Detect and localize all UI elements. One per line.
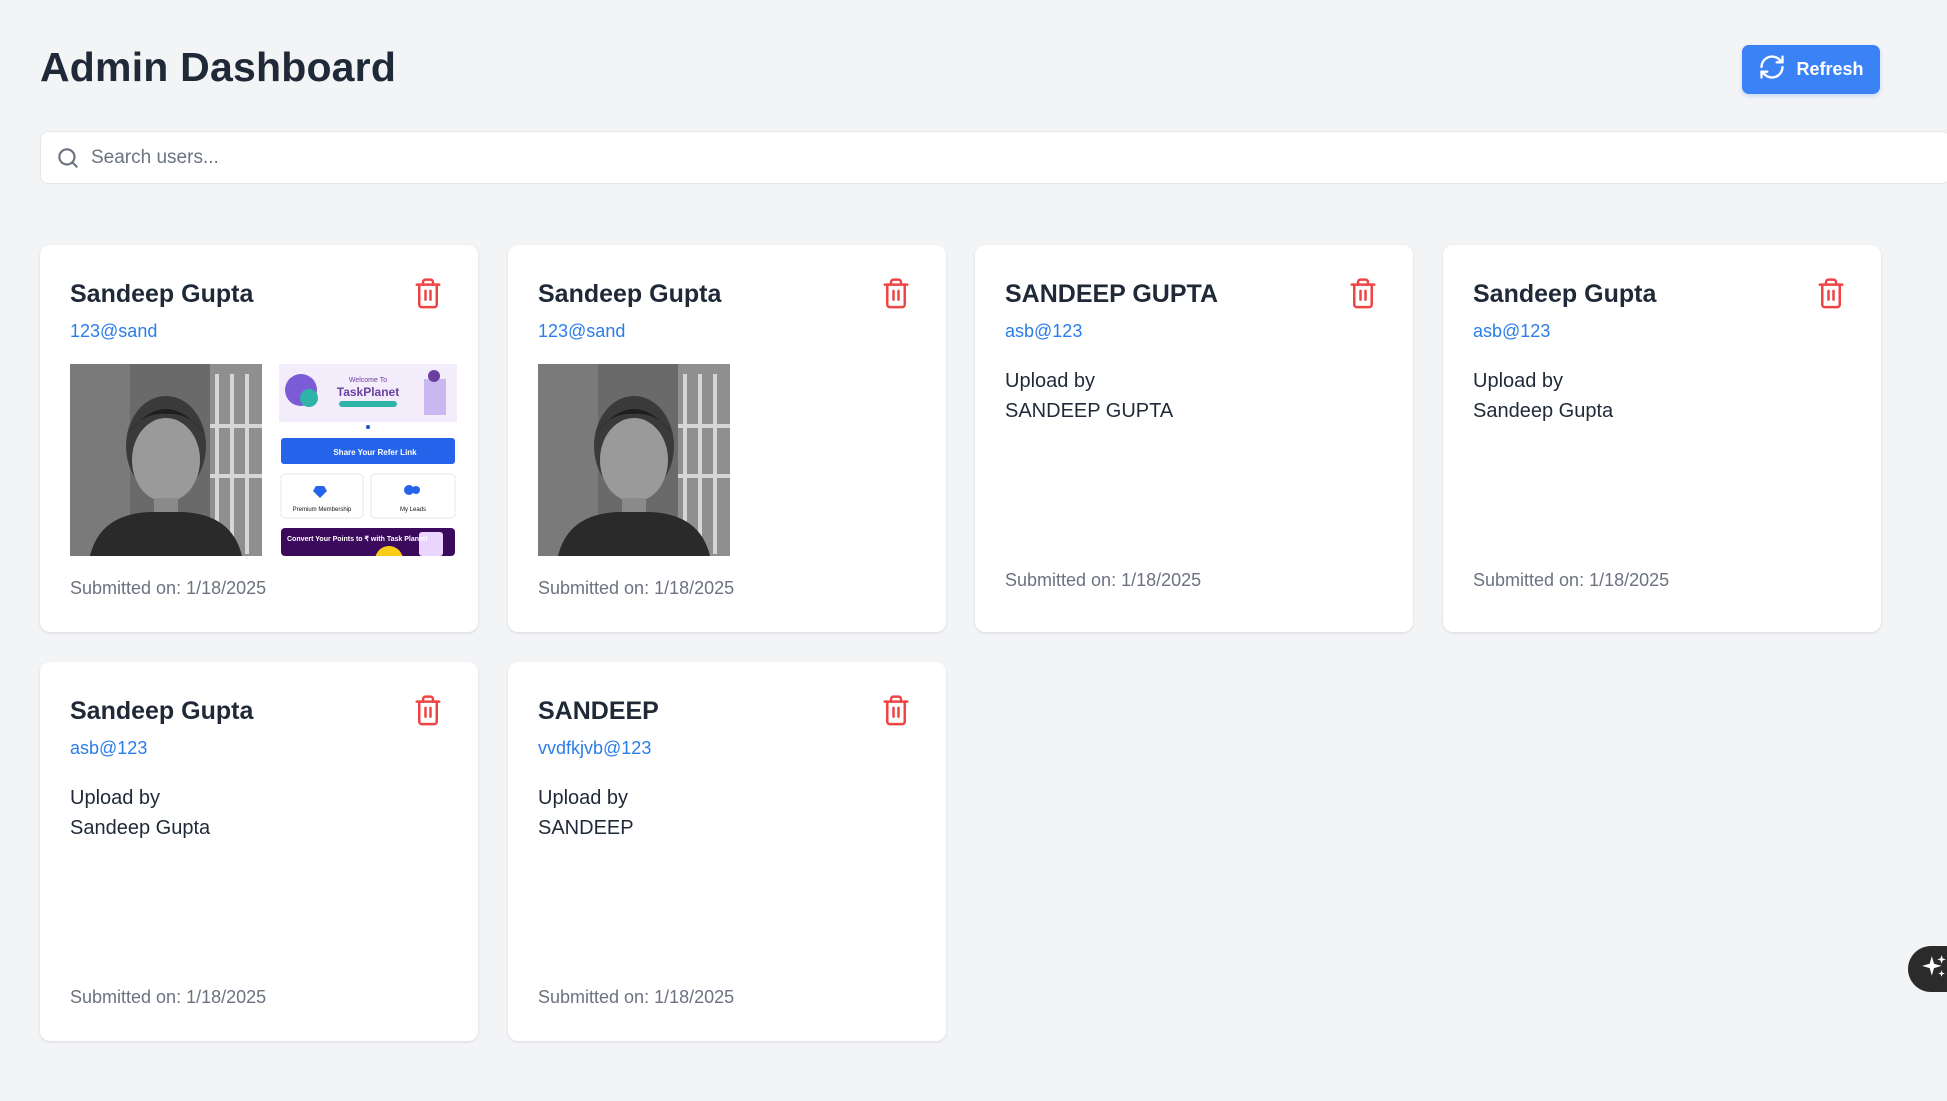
broken-image-alt-line1: Upload by [70, 787, 161, 809]
upload-images [538, 364, 730, 556]
search-icon [55, 145, 81, 171]
screenshot-brand-text: TaskPlanet [337, 385, 399, 399]
user-card: Sandeep Gupta asb@123 Upload by Sandeep … [40, 662, 478, 1041]
broken-image-alt-line2: SANDEEP GUPTA [1005, 400, 1174, 422]
user-email[interactable]: 123@sand [538, 321, 625, 342]
uploaded-screenshot[interactable]: Welcome To TaskPlanet Share Your Refer L… [279, 364, 457, 556]
user-name: SANDEEP [538, 697, 659, 725]
user-card: SANDEEP vvdfkjvb@123 Upload by SANDEEP S… [508, 662, 946, 1041]
page-title: Admin Dashboard [40, 44, 397, 90]
user-card: SANDEEP GUPTA asb@123 Upload by SANDEEP … [975, 245, 1413, 632]
trash-icon [881, 695, 911, 731]
user-name: Sandeep Gupta [1473, 280, 1657, 308]
user-email[interactable]: vvdfkjvb@123 [538, 738, 651, 759]
uploaded-photo[interactable] [538, 364, 730, 556]
broken-image-alt-line2: Sandeep Gupta [1473, 400, 1614, 422]
assistant-button[interactable] [1908, 946, 1947, 992]
broken-image-alt[interactable]: Upload by SANDEEP GUPTA [1005, 366, 1205, 426]
user-card: Sandeep Gupta 123@sand Welcome To TaskPl… [40, 245, 478, 632]
user-email[interactable]: 123@sand [70, 321, 157, 342]
user-email[interactable]: asb@123 [1473, 321, 1550, 342]
trash-icon [413, 695, 443, 731]
delete-button[interactable] [1347, 277, 1379, 313]
refresh-icon [1758, 53, 1786, 86]
user-email[interactable]: asb@123 [1005, 321, 1082, 342]
delete-button[interactable] [880, 694, 912, 730]
delete-button[interactable] [1815, 277, 1847, 313]
broken-image-alt[interactable]: Upload by Sandeep Gupta [70, 783, 270, 843]
broken-image-alt-line1: Upload by [538, 787, 629, 809]
uploaded-photo[interactable] [70, 364, 262, 556]
screenshot-membership-text: Premium Membership [293, 507, 352, 513]
broken-image-alt-line2: Sandeep Gupta [70, 817, 211, 839]
trash-icon [1816, 278, 1846, 314]
screenshot-convert-text: Convert Your Points to ₹ with Task Plane… [287, 535, 428, 543]
submitted-date: Submitted on: 1/18/2025 [70, 578, 267, 598]
search-bar [40, 131, 1947, 184]
trash-icon [881, 278, 911, 314]
submitted-date: Submitted on: 1/18/2025 [1005, 570, 1202, 590]
broken-image-alt[interactable]: Upload by SANDEEP [538, 783, 738, 843]
delete-button[interactable] [412, 277, 444, 313]
broken-image-alt-line1: Upload by [1005, 370, 1096, 392]
refresh-button[interactable]: Refresh [1742, 45, 1880, 94]
delete-button[interactable] [880, 277, 912, 313]
user-name: Sandeep Gupta [70, 280, 254, 308]
submitted-date: Submitted on: 1/18/2025 [538, 578, 735, 598]
broken-image-alt[interactable]: Upload by Sandeep Gupta [1473, 366, 1673, 426]
refresh-label: Refresh [1796, 59, 1864, 79]
submitted-date: Submitted on: 1/18/2025 [538, 987, 735, 1007]
user-card: Sandeep Gupta 123@sand Submitted on: 1/1… [508, 245, 946, 632]
user-card: Sandeep Gupta asb@123 Upload by Sandeep … [1443, 245, 1881, 632]
submitted-date: Submitted on: 1/18/2025 [70, 987, 267, 1007]
screenshot-share-text: Share Your Refer Link [333, 448, 417, 457]
broken-image-alt-line2: SANDEEP [538, 817, 634, 839]
delete-button[interactable] [412, 694, 444, 730]
screenshot-leads-text: My Leads [400, 507, 426, 513]
sparkle-icon [1921, 954, 1947, 985]
broken-image-alt-line1: Upload by [1473, 370, 1564, 392]
upload-images: Welcome To TaskPlanet Share Your Refer L… [70, 364, 457, 556]
user-name: Sandeep Gupta [70, 697, 254, 725]
submitted-date: Submitted on: 1/18/2025 [1473, 570, 1670, 590]
screenshot-welcome-text: Welcome To [349, 377, 387, 384]
user-name: SANDEEP GUPTA [1005, 280, 1219, 308]
trash-icon [1348, 278, 1378, 314]
user-name: Sandeep Gupta [538, 280, 722, 308]
user-email[interactable]: asb@123 [70, 738, 147, 759]
trash-icon [413, 278, 443, 314]
search-input[interactable] [91, 132, 1947, 183]
